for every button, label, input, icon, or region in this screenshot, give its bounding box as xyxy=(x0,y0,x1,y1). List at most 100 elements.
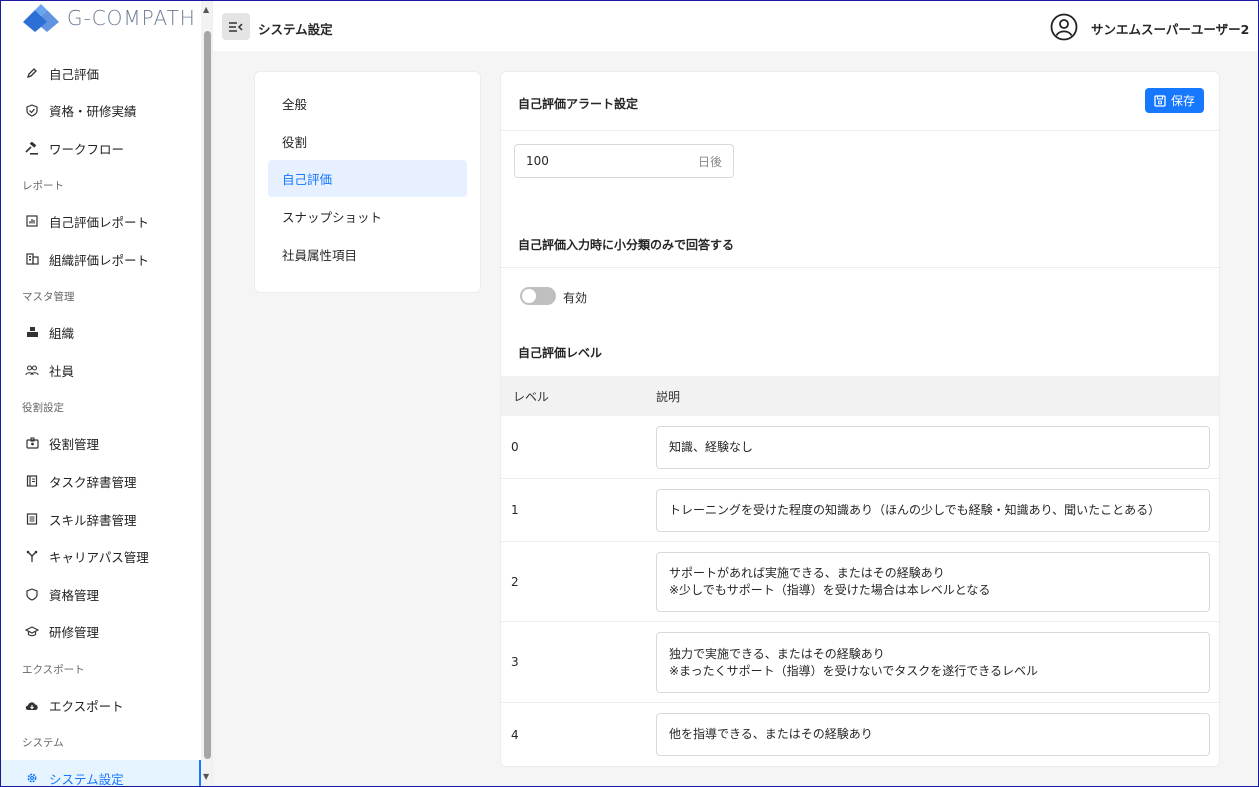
id-badge-icon xyxy=(25,436,39,450)
app-logo[interactable]: G-COMPATH xyxy=(21,3,196,33)
table-row: 3 独力で実施できる、またはその経験あり ※まったくサポート（指導）を受けないで… xyxy=(501,622,1219,703)
subcategory-answer-title: 自己評価入力時に小分類のみで回答する xyxy=(518,238,735,252)
menu-fold-icon xyxy=(229,21,243,32)
menu-collapse-button[interactable] xyxy=(222,13,250,40)
sidebar-item-qualification-results[interactable]: 資格・研修実績 xyxy=(1,92,201,128)
sidebar-item-export[interactable]: エクスポート xyxy=(1,687,201,723)
scroll-up-icon[interactable]: ▲ xyxy=(203,5,209,14)
toggle-knob xyxy=(522,289,536,303)
description-line: サポートがあれば実施できる、またはその経験あり xyxy=(669,566,945,580)
sidebar-item-skill-dictionary[interactable]: スキル辞書管理 xyxy=(1,501,201,537)
book-icon xyxy=(25,474,39,488)
sidebar-item-label: ワークフロー xyxy=(49,141,125,157)
description-line: ※少しでもサポート（指導）を受けた場合は本レベルとなる xyxy=(669,583,991,597)
level-description-input[interactable]: 他を指導できる、またはその経験あり xyxy=(656,713,1210,756)
gavel-icon xyxy=(25,141,39,155)
column-header-description: 説明 xyxy=(656,389,681,404)
alert-days-input[interactable] xyxy=(526,154,676,168)
level-description-input[interactable]: サポートがあれば実施できる、またはその経験あり ※少しでもサポート（指導）を受け… xyxy=(656,552,1210,612)
sidebar-item-label: 役割管理 xyxy=(49,436,100,452)
sidebar: G-COMPATH 自己評価 資格・研修実績 ワークフロー レポート 自己評価レ… xyxy=(1,1,213,786)
sidebar-item-role-management[interactable]: 役割管理 xyxy=(1,425,201,461)
save-icon xyxy=(1154,94,1166,107)
table-row: 1 トレーニングを受けた程度の知識あり（ほんの少しでも経験・知識あり、聞いたこと… xyxy=(501,479,1219,542)
sidebar-item-organization[interactable]: 組織 xyxy=(1,314,201,350)
fork-icon xyxy=(25,549,39,563)
logo-mark-icon xyxy=(23,4,59,32)
table-row: 2 サポートがあれば実施できる、またはその経験あり ※少しでもサポート（指導）を… xyxy=(501,542,1219,622)
group-label-report: レポート xyxy=(22,180,64,192)
column-header-level: レベル xyxy=(513,389,550,404)
save-button-label: 保存 xyxy=(1170,94,1195,108)
scroll-down-icon[interactable]: ▼ xyxy=(203,772,209,781)
description-line: トレーニングを受けた程度の知識あり（ほんの少しでも経験・知識あり、聞いたことある… xyxy=(669,503,1161,517)
settings-nav-snapshot[interactable]: スナップショット xyxy=(268,198,467,235)
graduation-cap-icon xyxy=(25,624,39,638)
settings-nav: 全般 役割 自己評価 スナップショット 社員属性項目 xyxy=(254,71,481,293)
header: システム設定 サンエムスーパーユーザー2 xyxy=(213,1,1258,51)
level-value: 4 xyxy=(511,728,519,742)
settings-nav-role[interactable]: 役割 xyxy=(268,123,467,160)
toggle-label: 有効 xyxy=(563,291,588,305)
pencil-icon xyxy=(25,66,39,80)
divider xyxy=(501,267,1219,268)
alert-days-suffix: 日後 xyxy=(697,154,722,169)
book-list-icon xyxy=(25,512,39,526)
sidebar-item-label: システム設定 xyxy=(49,771,124,787)
group-label-role-settings: 役割設定 xyxy=(22,402,64,414)
sidebar-item-label: 組織 xyxy=(49,325,75,341)
sidebar-item-training-management[interactable]: 研修管理 xyxy=(1,613,201,649)
sidebar-item-system-settings[interactable]: システム設定 xyxy=(1,760,201,786)
alert-days-field[interactable]: 日後 xyxy=(514,144,734,178)
settings-nav-self-evaluation[interactable]: 自己評価 xyxy=(268,160,467,197)
description-line: 独力で実施できる、またはその経験あり xyxy=(669,646,885,661)
sidebar-item-label: 自己評価 xyxy=(49,66,100,82)
subcategory-toggle[interactable] xyxy=(520,287,556,305)
table-row: 0 知識、経験なし xyxy=(501,416,1219,479)
level-description-input[interactable]: 独力で実施できる、またはその経験あり ※まったくサポート（指導）を受けないでタス… xyxy=(656,632,1210,693)
people-icon xyxy=(25,363,39,377)
description-line: 他を指導できる、またはその経験あり xyxy=(669,727,873,741)
shield-check-icon xyxy=(25,103,39,117)
divider xyxy=(501,130,1219,131)
settings-nav-employee-attributes[interactable]: 社員属性項目 xyxy=(268,236,467,273)
main-content: 全般 役割 自己評価 スナップショット 社員属性項目 自己評価アラート設定 保存… xyxy=(213,51,1258,786)
self-evaluation-panel: 自己評価アラート設定 保存 日後 自己評価入力時に小分類のみで回答する 有効 自… xyxy=(500,71,1220,767)
sidebar-item-label: キャリアパス管理 xyxy=(49,549,149,565)
sidebar-item-self-evaluation[interactable]: 自己評価 xyxy=(1,55,201,91)
shield-icon xyxy=(25,587,39,601)
evaluation-level-title: 自己評価レベル xyxy=(518,346,603,360)
save-button[interactable]: 保存 xyxy=(1145,88,1204,113)
description-line: ※まったくサポート（指導）を受けないでタスクを遂行できるレベル xyxy=(669,663,1038,678)
level-description-input[interactable]: 知識、経験なし xyxy=(656,426,1210,469)
level-value: 2 xyxy=(511,575,519,589)
sidebar-item-career-path[interactable]: キャリアパス管理 xyxy=(1,538,201,574)
sidebar-item-label: 社員 xyxy=(49,363,75,379)
bar-chart-icon xyxy=(25,214,39,228)
sidebar-item-qualification-management[interactable]: 資格管理 xyxy=(1,576,201,612)
level-value: 0 xyxy=(511,440,519,454)
sidebar-item-label: 資格管理 xyxy=(49,587,100,603)
sidebar-item-label: 組織評価レポート xyxy=(49,252,150,268)
sidebar-item-workflow[interactable]: ワークフロー xyxy=(1,130,201,166)
sidebar-item-label: 自己評価レポート xyxy=(49,214,150,230)
alert-settings-title: 自己評価アラート設定 xyxy=(518,97,639,111)
sidebar-item-organization-report[interactable]: 組織評価レポート xyxy=(1,241,201,277)
user-avatar-icon[interactable] xyxy=(1050,13,1078,44)
sidebar-item-label: エクスポート xyxy=(49,698,124,714)
page-title: システム設定 xyxy=(258,22,333,37)
group-label-system: システム xyxy=(22,737,64,749)
level-value: 1 xyxy=(511,503,519,517)
sidebar-item-self-evaluation-report[interactable]: 自己評価レポート xyxy=(1,203,201,239)
group-label-export: エクスポート xyxy=(22,664,85,676)
sidebar-item-task-dictionary[interactable]: タスク辞書管理 xyxy=(1,463,201,499)
sidebar-scroll-thumb[interactable] xyxy=(204,31,211,759)
description-line: 知識、経験なし xyxy=(669,440,754,454)
cloud-download-icon xyxy=(25,698,39,712)
table-row: 4 他を指導できる、またはその経験あり xyxy=(501,703,1219,766)
level-description-input[interactable]: トレーニングを受けた程度の知識あり（ほんの少しでも経験・知識あり、聞いたことある… xyxy=(656,489,1210,532)
settings-nav-general[interactable]: 全般 xyxy=(268,85,467,122)
sidebar-item-label: スキル辞書管理 xyxy=(49,512,137,528)
sidebar-item-employee[interactable]: 社員 xyxy=(1,352,201,388)
user-name[interactable]: サンエムスーパーユーザー2 xyxy=(1091,19,1249,38)
